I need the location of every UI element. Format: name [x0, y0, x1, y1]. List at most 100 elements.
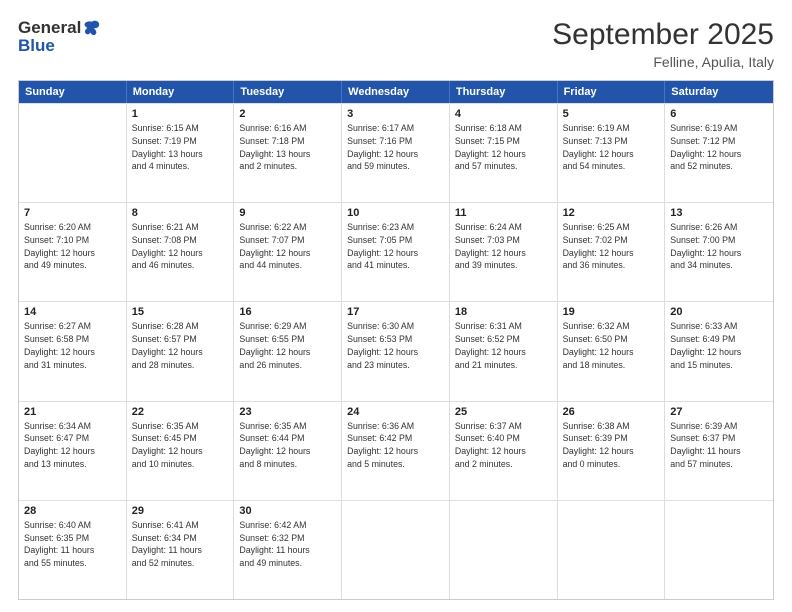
calendar-cell: 22Sunrise: 6:35 AMSunset: 6:45 PMDayligh… [127, 402, 235, 500]
calendar-cell: 16 Sunrise: 6:29 AMSunset: 6:55 PMDayligh… [234, 302, 342, 400]
cell-info: Sunrise: 6:31 AMSunset: 6:52 PMDaylight:… [455, 320, 552, 371]
cell-info: Sunrise: 6:21 AMSunset: 7:08 PMDaylight:… [132, 221, 229, 272]
day-number: 25 [455, 406, 552, 418]
calendar-cell: 21 Sunrise: 6:34 AMSunset: 6:47 PMDayligh… [19, 402, 127, 500]
day-number: 26 [563, 406, 660, 418]
week-row-3: 21 Sunrise: 6:34 AMSunset: 6:47 PMDayligh… [19, 401, 773, 500]
calendar: SundayMondayTuesdayWednesdayThursdayFrid… [18, 80, 774, 600]
day-number: 19 [563, 306, 660, 318]
calendar-cell: 19Sunrise: 6:32 AMSunset: 6:50 PMDayligh… [558, 302, 666, 400]
day-number: 1 [132, 108, 229, 120]
day-number: 21 [24, 406, 121, 418]
calendar-cell: 3 Sunrise: 6:17 AMSunset: 7:16 PMDaylight… [342, 104, 450, 202]
title-block: September 2025 Felline, Apulia, Italy [552, 18, 774, 70]
week-row-4: 28Sunrise: 6:40 AMSunset: 6:35 PMDayligh… [19, 500, 773, 599]
calendar-cell: 23Sunrise: 6:35 AMSunset: 6:44 PMDayligh… [234, 402, 342, 500]
day-number: 6 [670, 108, 768, 120]
calendar-cell: 2 Sunrise: 6:16 AMSunset: 7:18 PMDaylight… [234, 104, 342, 202]
day-number: 2 [239, 108, 336, 120]
calendar-cell: 5 Sunrise: 6:19 AMSunset: 7:13 PMDaylight… [558, 104, 666, 202]
calendar-cell: 28Sunrise: 6:40 AMSunset: 6:35 PMDayligh… [19, 501, 127, 599]
calendar-cell: 30Sunrise: 6:42 AMSunset: 6:32 PMDayligh… [234, 501, 342, 599]
calendar-cell: 6 Sunrise: 6:19 AMSunset: 7:12 PMDaylight… [665, 104, 773, 202]
calendar-cell: 18 Sunrise: 6:31 AMSunset: 6:52 PMDayligh… [450, 302, 558, 400]
cell-info: Sunrise: 6:19 AMSunset: 7:12 PMDaylight:… [670, 122, 768, 173]
day-number: 5 [563, 108, 660, 120]
calendar-cell: 10 Sunrise: 6:23 AMSunset: 7:05 PMDayligh… [342, 203, 450, 301]
calendar-cell [19, 104, 127, 202]
cell-info: Sunrise: 6:20 AMSunset: 7:10 PMDaylight:… [24, 221, 121, 272]
calendar-body: 1Sunrise: 6:15 AMSunset: 7:19 PMDaylight… [19, 103, 773, 599]
calendar-cell: 8 Sunrise: 6:21 AMSunset: 7:08 PMDaylight… [127, 203, 235, 301]
month-title: September 2025 [552, 18, 774, 52]
calendar-cell: 13 Sunrise: 6:26 AMSunset: 7:00 PMDayligh… [665, 203, 773, 301]
day-number: 16 [239, 306, 336, 318]
header: General Blue September 2025 Felline, Apu… [18, 18, 774, 70]
day-number: 9 [239, 207, 336, 219]
day-number: 13 [670, 207, 768, 219]
day-number: 23 [239, 406, 336, 418]
day-number: 28 [24, 505, 121, 517]
cell-info: Sunrise: 6:25 AMSunset: 7:02 PMDaylight:… [563, 221, 660, 272]
calendar-cell [558, 501, 666, 599]
calendar-cell: 24Sunrise: 6:36 AMSunset: 6:42 PMDayligh… [342, 402, 450, 500]
day-number: 22 [132, 406, 229, 418]
calendar-cell: 29 Sunrise: 6:41 AMSunset: 6:34 PMDayligh… [127, 501, 235, 599]
day-number: 20 [670, 306, 768, 318]
day-number: 12 [563, 207, 660, 219]
cell-info: Sunrise: 6:39 AMSunset: 6:37 PMDaylight:… [670, 420, 768, 471]
cell-info: Sunrise: 6:26 AMSunset: 7:00 PMDaylight:… [670, 221, 768, 272]
calendar-cell: 15 Sunrise: 6:28 AMSunset: 6:57 PMDayligh… [127, 302, 235, 400]
location: Felline, Apulia, Italy [552, 54, 774, 70]
day-number: 27 [670, 406, 768, 418]
day-number: 15 [132, 306, 229, 318]
day-number: 11 [455, 207, 552, 219]
cell-info: Sunrise: 6:33 AMSunset: 6:49 PMDaylight:… [670, 320, 768, 371]
calendar-cell: 27 Sunrise: 6:39 AMSunset: 6:37 PMDayligh… [665, 402, 773, 500]
cell-info: Sunrise: 6:37 AMSunset: 6:40 PMDaylight:… [455, 420, 552, 471]
header-day-sunday: Sunday [19, 81, 127, 103]
cell-info: Sunrise: 6:34 AMSunset: 6:47 PMDaylight:… [24, 420, 121, 471]
cell-info: Sunrise: 6:41 AMSunset: 6:34 PMDaylight:… [132, 519, 229, 570]
cell-info: Sunrise: 6:16 AMSunset: 7:18 PMDaylight:… [239, 122, 336, 173]
calendar-cell: 4Sunrise: 6:18 AMSunset: 7:15 PMDaylight… [450, 104, 558, 202]
cell-info: Sunrise: 6:42 AMSunset: 6:32 PMDaylight:… [239, 519, 336, 570]
day-number: 18 [455, 306, 552, 318]
cell-info: Sunrise: 6:38 AMSunset: 6:39 PMDaylight:… [563, 420, 660, 471]
header-day-thursday: Thursday [450, 81, 558, 103]
calendar-cell: 17Sunrise: 6:30 AMSunset: 6:53 PMDayligh… [342, 302, 450, 400]
calendar-cell [665, 501, 773, 599]
logo-general-text: General [18, 18, 81, 38]
day-number: 8 [132, 207, 229, 219]
cell-info: Sunrise: 6:29 AMSunset: 6:55 PMDaylight:… [239, 320, 336, 371]
cell-info: Sunrise: 6:22 AMSunset: 7:07 PMDaylight:… [239, 221, 336, 272]
cell-info: Sunrise: 6:24 AMSunset: 7:03 PMDaylight:… [455, 221, 552, 272]
header-day-monday: Monday [127, 81, 235, 103]
calendar-cell: 26 Sunrise: 6:38 AMSunset: 6:39 PMDayligh… [558, 402, 666, 500]
day-number: 3 [347, 108, 444, 120]
calendar-cell: 1Sunrise: 6:15 AMSunset: 7:19 PMDaylight… [127, 104, 235, 202]
cell-info: Sunrise: 6:30 AMSunset: 6:53 PMDaylight:… [347, 320, 444, 371]
calendar-cell: 9 Sunrise: 6:22 AMSunset: 7:07 PMDaylight… [234, 203, 342, 301]
calendar-cell: 7 Sunrise: 6:20 AMSunset: 7:10 PMDaylight… [19, 203, 127, 301]
header-day-saturday: Saturday [665, 81, 773, 103]
logo-blue-text: Blue [18, 36, 55, 56]
week-row-2: 14Sunrise: 6:27 AMSunset: 6:58 PMDayligh… [19, 301, 773, 400]
calendar-cell [342, 501, 450, 599]
cell-info: Sunrise: 6:28 AMSunset: 6:57 PMDaylight:… [132, 320, 229, 371]
cell-info: Sunrise: 6:19 AMSunset: 7:13 PMDaylight:… [563, 122, 660, 173]
cell-info: Sunrise: 6:23 AMSunset: 7:05 PMDaylight:… [347, 221, 444, 272]
cell-info: Sunrise: 6:18 AMSunset: 7:15 PMDaylight:… [455, 122, 552, 173]
logo-bird-icon [83, 19, 101, 37]
logo: General Blue [18, 18, 101, 56]
day-number: 29 [132, 505, 229, 517]
day-number: 7 [24, 207, 121, 219]
header-day-tuesday: Tuesday [234, 81, 342, 103]
calendar-header: SundayMondayTuesdayWednesdayThursdayFrid… [19, 81, 773, 103]
day-number: 10 [347, 207, 444, 219]
calendar-cell: 12 Sunrise: 6:25 AMSunset: 7:02 PMDayligh… [558, 203, 666, 301]
week-row-1: 7 Sunrise: 6:20 AMSunset: 7:10 PMDaylight… [19, 202, 773, 301]
header-day-wednesday: Wednesday [342, 81, 450, 103]
calendar-cell: 20 Sunrise: 6:33 AMSunset: 6:49 PMDayligh… [665, 302, 773, 400]
cell-info: Sunrise: 6:17 AMSunset: 7:16 PMDaylight:… [347, 122, 444, 173]
